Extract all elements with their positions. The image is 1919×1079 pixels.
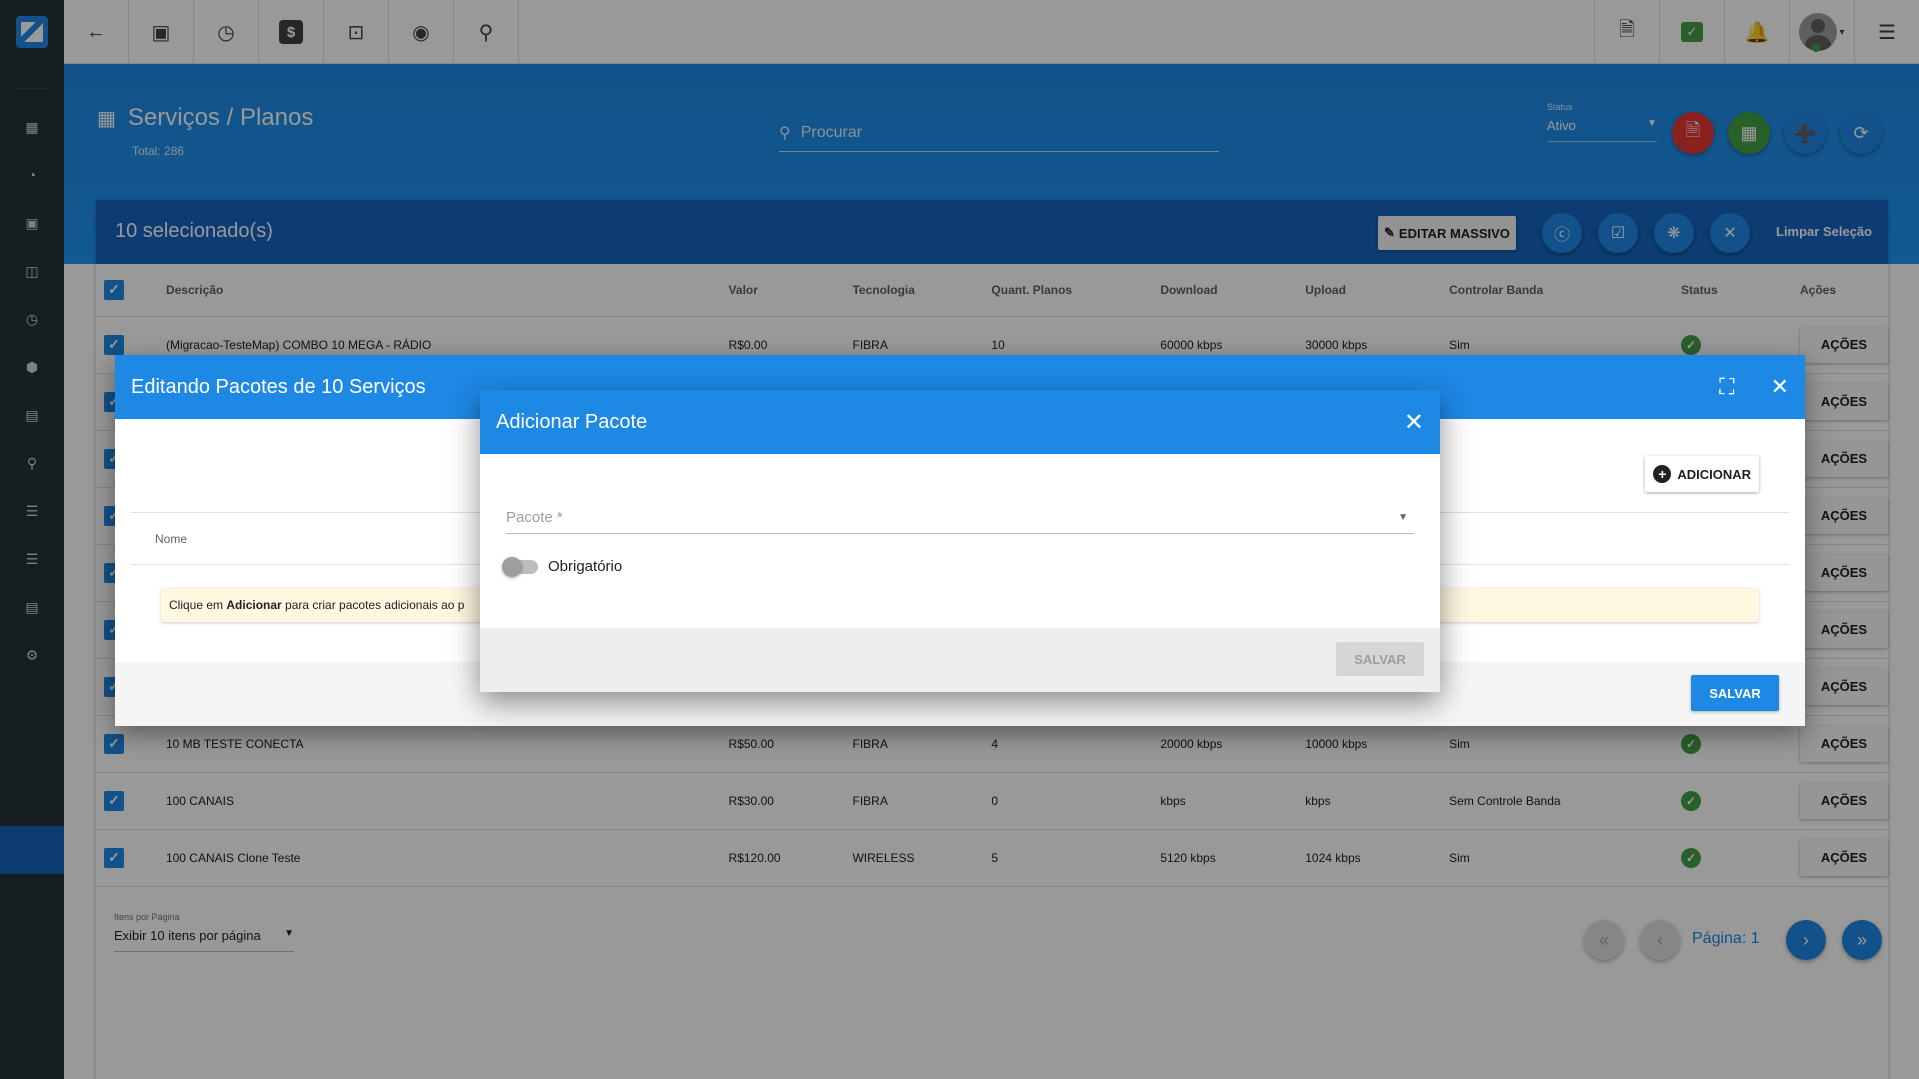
fullscreen-icon[interactable]: ⛶ [1719,374,1734,400]
add-package-dialog: Adicionar Pacote ✕ Pacote * ▼ Obrigatóri… [480,390,1440,692]
obrigatorio-toggle[interactable] [502,556,538,577]
add-package-label: ADICIONAR [1677,466,1751,482]
toggle-knob [502,556,522,577]
dialog-footer: SALVAR [480,628,1440,692]
dialog-header: Adicionar Pacote ✕ [480,390,1440,454]
plus-circle-icon: + [1653,465,1672,483]
pacote-placeholder: Pacote * [506,509,563,526]
dialog-title: Editando Pacotes de 10 Serviços [131,375,426,398]
hint-text-bold: Adicionar [226,598,282,612]
obrigatorio-label: Obrigatório [548,558,623,575]
close-icon[interactable]: ✕ [1404,408,1424,437]
hint-text-post: para criar pacotes adicionais ao p [281,598,465,612]
dialog-title: Adicionar Pacote [496,410,648,433]
save-button[interactable]: SALVAR [1691,675,1779,711]
add-package-button[interactable]: + ADICIONAR [1645,456,1759,492]
obrigatorio-row: Obrigatório [502,556,623,577]
hint-text-pre: Clique em [169,598,227,612]
col-nome: Nome [155,532,188,546]
chevron-down-icon: ▼ [1398,512,1408,523]
save-button-disabled[interactable]: SALVAR [1336,642,1424,676]
close-icon[interactable]: ✕ [1771,374,1789,400]
pacote-select[interactable]: Pacote * ▼ [506,502,1414,534]
